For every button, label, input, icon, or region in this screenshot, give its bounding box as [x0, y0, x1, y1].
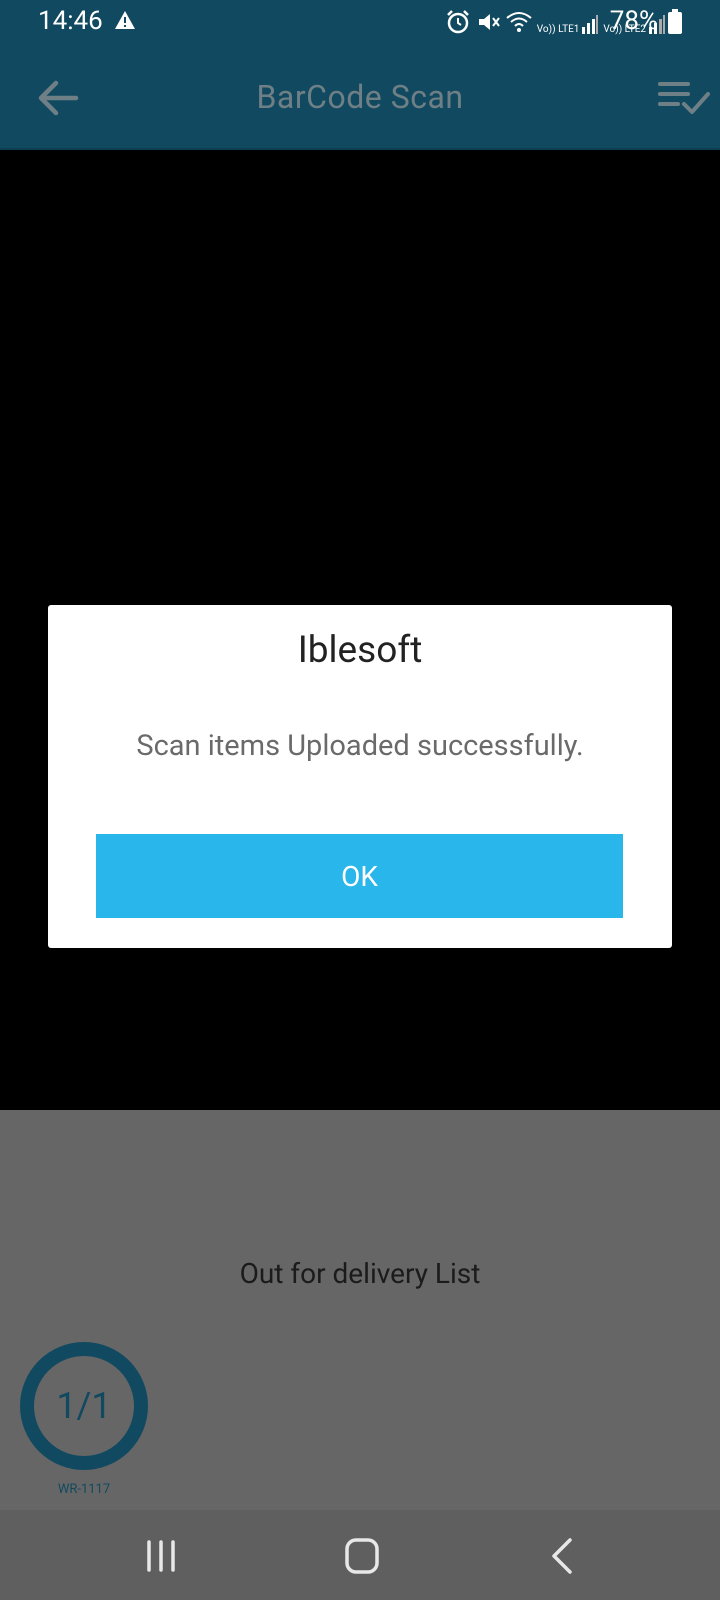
dialog-title: Iblesoft — [297, 629, 423, 672]
wifi-icon — [505, 10, 533, 38]
warning-icon — [114, 10, 136, 34]
alarm-icon — [445, 9, 471, 39]
battery-percentage: 78% — [609, 6, 658, 36]
ok-button[interactable]: OK — [96, 834, 623, 918]
delivery-list-heading: Out for delivery List — [239, 1257, 481, 1290]
list-check-icon — [658, 82, 710, 114]
app-bar: BarCode Scan — [0, 48, 720, 150]
battery-icon — [668, 9, 682, 34]
system-back-button[interactable] — [538, 1534, 588, 1578]
scan-list-button[interactable] — [656, 76, 714, 122]
recent-apps-button[interactable] — [136, 1534, 186, 1578]
lte1-signal-icon: Vo)) LTE1 — [537, 13, 600, 35]
home-icon — [345, 1538, 379, 1574]
progress-count: 1/1 — [56, 1385, 112, 1427]
back-icon — [552, 1538, 572, 1574]
system-nav-bar — [0, 1510, 720, 1600]
recent-apps-icon — [147, 1540, 175, 1572]
home-button[interactable] — [337, 1534, 387, 1578]
status-time: 14:46 — [38, 6, 103, 36]
lte1-label: Vo)) LTE1 — [536, 24, 580, 35]
mute-icon — [475, 9, 501, 39]
page-title: BarCode Scan — [256, 78, 464, 116]
dialog-message: Scan items Uploaded successfully. — [136, 729, 584, 763]
upload-success-dialog: Iblesoft Scan items Uploaded successfull… — [48, 605, 672, 948]
status-bar: 14:46 Vo)) LTE1 Vo)) LTE2 78% — [0, 0, 720, 48]
route-id-label: WR-1117 — [57, 1482, 111, 1497]
